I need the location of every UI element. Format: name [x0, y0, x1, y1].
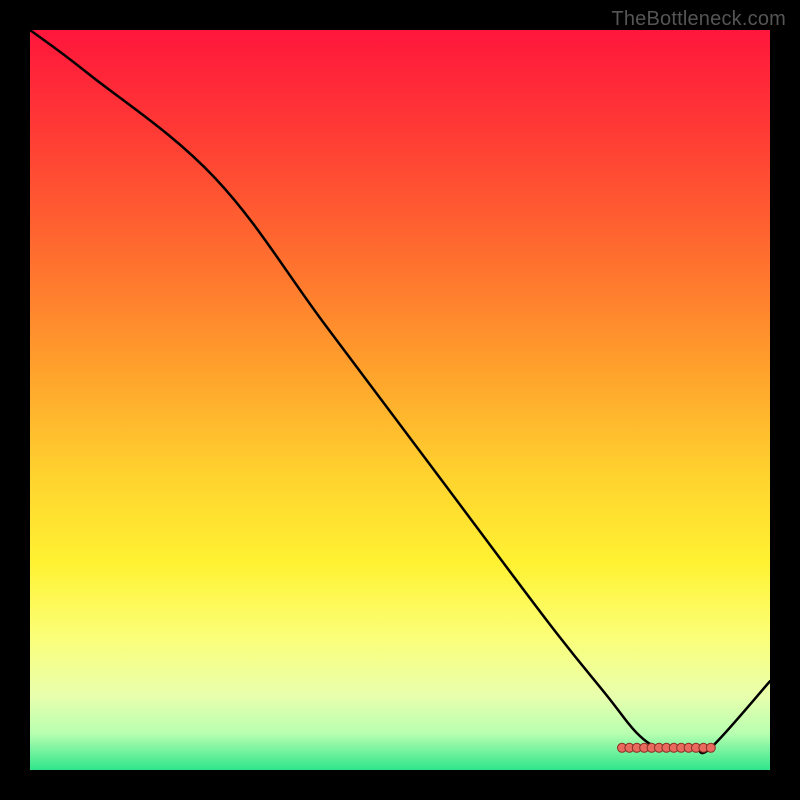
- marker-layer: [618, 743, 716, 752]
- chart-frame: TheBottleneck.com: [0, 0, 800, 800]
- chart-svg: [30, 30, 770, 770]
- watermark-text: TheBottleneck.com: [611, 8, 786, 31]
- chart-plot: [30, 30, 770, 770]
- plot-background: [30, 30, 770, 770]
- marker-dot: [706, 743, 715, 752]
